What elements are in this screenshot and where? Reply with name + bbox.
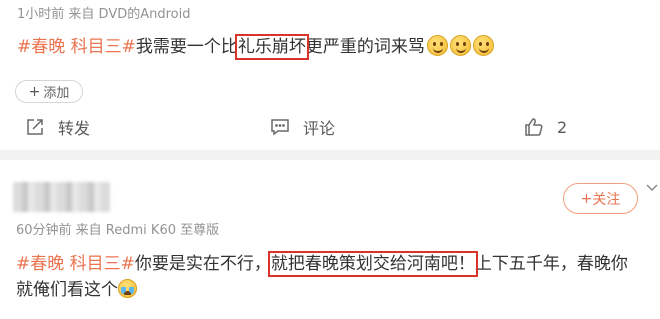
weibo-comment-post: + 关注 60分钟前 来自 Redmi K60 至尊版 #春晚 科目三#你要是实在… bbox=[0, 160, 660, 319]
blurred-username bbox=[13, 182, 110, 212]
thumbs-up-icon bbox=[525, 118, 543, 136]
like-count: 2 bbox=[557, 117, 568, 137]
comment-text-line2-content: 就俺们看这个 bbox=[16, 280, 118, 300]
add-button-label: 添加 bbox=[43, 86, 70, 101]
comment-text-before: 你要是实在不行， bbox=[134, 254, 271, 274]
smile-emoji-icon bbox=[449, 35, 471, 56]
post-meta: 1小时前 来自 DVD的Android bbox=[17, 7, 191, 22]
weibo-post: 1小时前 来自 DVD的Android #春晚 科目三#我需要一个比礼乐崩坏更严… bbox=[0, 0, 660, 150]
post-text-before: 我需要一个比 bbox=[135, 37, 238, 57]
post-text: #春晚 科目三#我需要一个比礼乐崩坏更严重的词来骂 bbox=[17, 34, 494, 60]
comment-text-after: 上下五千年，春晚你 bbox=[474, 254, 628, 274]
smile-emoji-icon bbox=[472, 35, 494, 56]
comment-text: #春晚 科目三#你要是实在不行，就把春晚策划交给河南吧！上下五千年，春晚你 就俺… bbox=[16, 251, 656, 303]
plus-icon: + bbox=[580, 190, 593, 207]
like-button[interactable]: 2 bbox=[524, 112, 567, 142]
comment-text-line2: 就俺们看这个 bbox=[16, 277, 656, 303]
post-topic-tag[interactable]: #春晚 科目三# bbox=[17, 37, 136, 57]
chevron-down-icon[interactable] bbox=[644, 180, 660, 196]
forward-button[interactable]: 转发 bbox=[25, 112, 90, 142]
section-divider bbox=[0, 150, 660, 160]
forward-label: 转发 bbox=[58, 119, 91, 138]
comment-meta: 60分钟前 来自 Redmi K60 至尊版 bbox=[16, 223, 220, 238]
add-button[interactable]: + 添加 bbox=[15, 80, 83, 103]
comment-topic-tag[interactable]: #春晚 科目三# bbox=[16, 254, 135, 274]
post-text-after: 更严重的词来骂 bbox=[305, 37, 425, 57]
comment-label: 评论 bbox=[303, 119, 336, 138]
post-highlighted-phrase: 礼乐崩坏 bbox=[234, 34, 309, 60]
crying-emoji-icon bbox=[118, 279, 137, 298]
follow-button[interactable]: + 关注 bbox=[563, 183, 638, 214]
share-icon bbox=[27, 119, 43, 135]
smile-emoji-icon bbox=[426, 35, 448, 56]
comment-icon bbox=[271, 119, 289, 136]
comment-highlighted-phrase: 就把春晚策划交给河南吧！ bbox=[267, 251, 478, 277]
plus-icon: + bbox=[28, 83, 41, 100]
post-action-bar: 转发 评论 2 bbox=[0, 112, 660, 142]
comment-button[interactable]: 评论 bbox=[270, 112, 335, 142]
follow-label: 关注 bbox=[592, 191, 621, 208]
